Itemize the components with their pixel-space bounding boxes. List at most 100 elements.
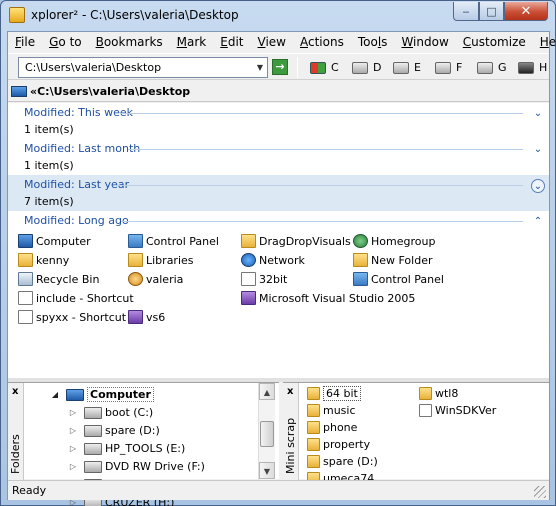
expand-chevron-icon[interactable]: ⌄ bbox=[531, 143, 545, 157]
resize-grip-icon[interactable] bbox=[534, 486, 546, 498]
tree-node[interactable]: ▷ DVD RW Drive (F:) bbox=[68, 458, 205, 475]
tree-node[interactable]: ▷ spare (D:) bbox=[68, 422, 160, 439]
drive-button-g[interactable]: G bbox=[477, 57, 507, 78]
tree-node[interactable]: ▷ boot (C:) bbox=[68, 404, 153, 421]
expand-arrow-icon[interactable]: ▷ bbox=[68, 426, 78, 435]
menu-item[interactable]: Bookmarks bbox=[89, 35, 170, 49]
file-item[interactable]: spyxx - Shortcut bbox=[18, 308, 126, 326]
expand-arrow-icon[interactable]: ▷ bbox=[68, 408, 78, 417]
file-item[interactable]: Libraries bbox=[128, 251, 194, 269]
maximize-button[interactable]: □ bbox=[479, 2, 504, 21]
folder-icon bbox=[307, 404, 320, 417]
mini-scrap-label: Mini scrap bbox=[284, 417, 297, 474]
group-divider bbox=[128, 149, 523, 150]
close-button[interactable]: ✕ bbox=[504, 2, 548, 21]
status-text: Ready bbox=[12, 484, 47, 497]
menu-label-post: ustomize bbox=[471, 35, 526, 49]
file-item[interactable]: Control Panel bbox=[128, 232, 219, 250]
scroll-up-button[interactable]: ▲ bbox=[259, 383, 275, 400]
collapse-arrow-icon[interactable]: ◢ bbox=[50, 390, 60, 399]
visual-studio-icon bbox=[128, 310, 143, 324]
file-item[interactable]: Network bbox=[241, 251, 305, 269]
homegroup-icon bbox=[353, 234, 368, 248]
group-title: Modified: This week bbox=[24, 106, 134, 119]
drive-button-h[interactable]: H bbox=[518, 57, 547, 78]
mini-scrap-close-icon[interactable]: x bbox=[287, 386, 293, 397]
file-item[interactable]: Control Panel bbox=[353, 270, 444, 288]
menu-label-accel: A bbox=[300, 35, 308, 49]
expand-chevron-icon[interactable]: ⌄ bbox=[531, 179, 545, 193]
collapse-chevron-icon[interactable]: ⌃ bbox=[531, 215, 545, 229]
folder-icon bbox=[128, 253, 143, 267]
scrap-item[interactable]: property bbox=[307, 436, 370, 453]
menu-item[interactable]: Tools bbox=[351, 35, 395, 49]
computer-icon bbox=[11, 86, 27, 97]
expand-arrow-icon[interactable]: ▷ bbox=[68, 444, 78, 453]
tree-node[interactable]: ▷ HP_TOOLS (E:) bbox=[68, 440, 185, 457]
file-item[interactable]: 32bit bbox=[241, 270, 287, 288]
file-item[interactable]: vs6 bbox=[128, 308, 165, 326]
menu-item[interactable]: Help bbox=[533, 35, 556, 49]
menu-label-post: s bbox=[381, 35, 388, 49]
folders-scrollbar[interactable]: ▲ ▼ bbox=[258, 383, 275, 480]
file-list: Modified: This week 1 item(s) ⌄ Modified: L… bbox=[8, 103, 549, 378]
current-path[interactable]: «C:\Users\valeria\Desktop bbox=[30, 85, 190, 98]
drive-button-c[interactable]: C bbox=[310, 57, 339, 78]
menu-item[interactable]: Actions bbox=[293, 35, 351, 49]
group-header[interactable]: Modified: Last month 1 item(s) ⌄ bbox=[8, 139, 549, 175]
drive-icon bbox=[84, 406, 102, 419]
address-input[interactable]: C:\Users\valeria\Desktop bbox=[18, 57, 268, 78]
minimize-button[interactable]: ‒ bbox=[453, 2, 479, 21]
menu-item[interactable]: View bbox=[251, 35, 293, 49]
menu-item[interactable]: Go to bbox=[42, 35, 89, 49]
file-item[interactable]: Computer bbox=[18, 232, 91, 250]
file-item[interactable]: kenny bbox=[18, 251, 69, 269]
file-item[interactable]: DragDropVisuals bbox=[241, 232, 351, 250]
file-item[interactable]: Recycle Bin bbox=[18, 270, 99, 288]
mini-scrap-pane: x Mini scrap 64 bit music phone property spa… bbox=[283, 382, 549, 485]
scrap-item[interactable]: 64 bit bbox=[307, 385, 361, 402]
menu-item[interactable]: Customize bbox=[456, 35, 533, 49]
menu-label-post: iew bbox=[265, 35, 286, 49]
menu-item[interactable]: Edit bbox=[213, 35, 250, 49]
go-button[interactable]: → bbox=[272, 59, 288, 75]
group-header[interactable]: Modified: Last year 7 item(s) ⌄ bbox=[8, 175, 549, 211]
file-item-label: include - Shortcut bbox=[36, 291, 134, 305]
app-icon bbox=[9, 7, 25, 23]
file-item[interactable]: Homegroup bbox=[353, 232, 435, 250]
drive-label: C bbox=[331, 61, 339, 74]
scroll-down-button[interactable]: ▼ bbox=[259, 462, 275, 479]
expand-chevron-icon[interactable]: ⌄ bbox=[531, 107, 545, 121]
drive-button-e[interactable]: E bbox=[393, 57, 421, 78]
scrap-item[interactable]: spare (D:) bbox=[307, 453, 378, 470]
title-bar[interactable]: xplorer² - C:\Users\valeria\Desktop ‒ □ … bbox=[1, 1, 555, 29]
file-item-label: vs6 bbox=[146, 310, 166, 324]
address-dropdown-icon[interactable]: ▼ bbox=[252, 57, 268, 78]
group-header[interactable]: Modified: This week 1 item(s) ⌄ bbox=[8, 103, 549, 139]
file-item[interactable]: New Folder bbox=[353, 251, 432, 269]
scrap-item[interactable]: wtl8 bbox=[419, 385, 458, 402]
scrap-item[interactable]: music bbox=[307, 402, 356, 419]
scrap-item[interactable]: phone bbox=[307, 419, 357, 436]
file-item-label: Computer bbox=[36, 234, 91, 248]
drive-button-f[interactable]: F bbox=[435, 57, 462, 78]
folders-pane-close-icon[interactable]: x bbox=[12, 386, 18, 397]
drive-label: F bbox=[456, 61, 463, 74]
menu-item[interactable]: Window bbox=[394, 35, 455, 49]
tree-node[interactable]: ◢ Computer bbox=[50, 386, 154, 403]
expand-arrow-icon[interactable]: ▷ bbox=[68, 462, 78, 471]
scrap-item-label: property bbox=[323, 438, 371, 451]
file-item-label: 32bit bbox=[259, 272, 288, 286]
scrap-item[interactable]: WinSDKVer bbox=[419, 402, 496, 419]
menu-item[interactable]: File bbox=[8, 35, 42, 49]
scroll-thumb[interactable] bbox=[260, 421, 274, 447]
file-item[interactable]: Microsoft Visual Studio 2005 bbox=[241, 289, 415, 307]
drive-button-d[interactable]: D bbox=[352, 57, 381, 78]
scrap-item-label: phone bbox=[323, 421, 358, 434]
file-item[interactable]: valeria bbox=[128, 270, 183, 288]
file-item-label: Control Panel bbox=[371, 272, 444, 286]
toolbar-separator bbox=[297, 57, 298, 78]
file-item[interactable]: include - Shortcut bbox=[18, 289, 134, 307]
menu-item[interactable]: Mark bbox=[170, 35, 214, 49]
group-title: Modified: Last month bbox=[24, 142, 141, 155]
